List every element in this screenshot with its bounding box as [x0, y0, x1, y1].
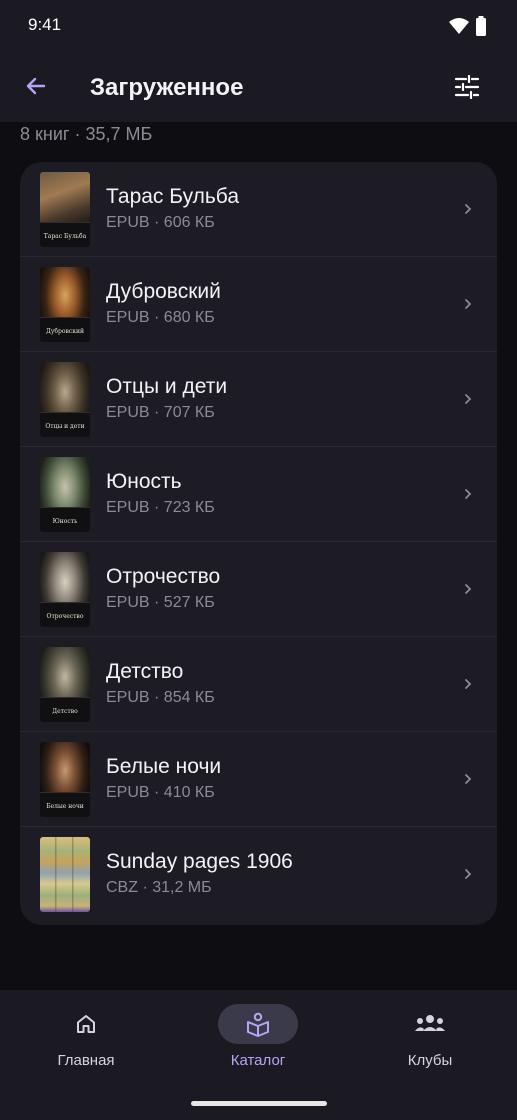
book-meta: EPUB · 854 КБ [106, 689, 215, 706]
chevron-right-icon [465, 299, 472, 309]
status-icons [449, 16, 487, 36]
chevron-right-icon [465, 394, 472, 404]
book-cover: Тарас Бульба [40, 172, 90, 247]
book-meta: EPUB · 723 КБ [106, 499, 215, 516]
filter-button[interactable] [445, 65, 489, 109]
book-cover: Юность [40, 457, 90, 532]
book-meta: CBZ · 31,2 МБ [106, 879, 212, 896]
book-cover: Отцы и дети [40, 362, 90, 437]
cover-band: Отцы и дети [40, 412, 90, 437]
nav-label: Каталог [230, 1052, 286, 1069]
book-title: Детство [106, 660, 184, 683]
arrow-left-icon [26, 77, 46, 95]
battery-icon [476, 16, 486, 36]
downloads-summary: 8 книг · 35,7 МБ [20, 124, 153, 144]
book-title: Sunday pages 1906 [106, 850, 293, 873]
nav-home[interactable]: Главная [16, 1004, 156, 1084]
book-meta: EPUB · 680 КБ [106, 309, 215, 326]
book-meta: EPUB · 606 КБ [106, 214, 215, 231]
book-meta: EPUB · 410 КБ [106, 784, 215, 801]
book-row-dubrovsky[interactable]: Дубровский Дубровский EPUB · 680 КБ [20, 257, 497, 352]
app-bar: Загруженное [0, 52, 517, 122]
cover-band: Отрочество [40, 602, 90, 627]
book-row-white-nights[interactable]: Белые ночи Белые ночи EPUB · 410 КБ [20, 732, 497, 827]
tune-sliders-icon [454, 75, 480, 99]
status-time: 9:41 [28, 15, 62, 34]
cover-title: Отрочество [46, 613, 84, 620]
group-icon [415, 1015, 445, 1031]
book-meta: EPUB · 527 КБ [106, 594, 215, 611]
cover-title: Тарас Бульба [43, 233, 87, 240]
chevron-right-icon [465, 204, 472, 214]
book-row-sunday-pages-1906[interactable]: Sunday pages 1906 CBZ · 31,2 МБ [20, 827, 497, 922]
cover-band: Тарас Бульба [40, 222, 90, 247]
home-icon [77, 1015, 95, 1033]
nav-clubs[interactable]: Клубы [360, 1004, 500, 1084]
wifi-icon [449, 18, 469, 34]
cover-title: Детство [52, 708, 78, 715]
page-title: Загруженное [90, 74, 244, 101]
book-reader-icon [247, 1012, 269, 1037]
book-title: Дубровский [106, 280, 221, 303]
cover-band: Белые ночи [40, 792, 90, 817]
nav-pill [390, 1004, 470, 1044]
chevron-right-icon [465, 869, 472, 879]
book-cover: Отрочество [40, 552, 90, 627]
book-cover: Дубровский [40, 267, 90, 342]
cover-title: Белые ночи [46, 803, 84, 810]
cover-title: Юность [52, 518, 78, 525]
book-row-youth[interactable]: Юность Юность EPUB · 723 КБ [20, 447, 497, 542]
book-title: Отрочество [106, 565, 221, 588]
cover-band: Детство [40, 697, 90, 722]
book-cover [40, 837, 90, 912]
cover-title: Отцы и дети [45, 423, 85, 430]
chevron-right-icon [465, 489, 472, 499]
book-title: Юность [106, 470, 182, 493]
book-row-fathers-and-sons[interactable]: Отцы и дети Отцы и дети EPUB · 707 КБ [20, 352, 497, 447]
book-title: Тарас Бульба [106, 185, 240, 208]
book-row-adolescence[interactable]: Отрочество Отрочество EPUB · 527 КБ [20, 542, 497, 637]
back-button[interactable] [14, 64, 58, 108]
cover-title: Дубровский [46, 328, 84, 335]
status-bar: 9:41 [0, 0, 517, 52]
chevron-right-icon [465, 584, 472, 594]
book-meta: EPUB · 707 КБ [106, 404, 215, 421]
book-row-taras-bulba[interactable]: Тарас Бульба Тарас Бульба EPUB · 606 КБ [20, 162, 497, 257]
nav-catalog[interactable]: Каталог [188, 1004, 328, 1084]
book-row-childhood[interactable]: Детство Детство EPUB · 854 КБ [20, 637, 497, 732]
book-list: Тарас Бульба Тарас Бульба EPUB · 606 КБ … [20, 162, 497, 925]
book-cover: Детство [40, 647, 90, 722]
cover-band: Юность [40, 507, 90, 532]
nav-pill [46, 1004, 126, 1044]
book-title: Белые ночи [106, 755, 222, 778]
book-title: Отцы и дети [106, 375, 228, 398]
nav-label: Главная [57, 1052, 115, 1069]
home-indicator[interactable] [191, 1101, 327, 1106]
chevron-right-icon [465, 679, 472, 689]
nav-label: Клубы [407, 1052, 453, 1069]
book-cover: Белые ночи [40, 742, 90, 817]
chevron-right-icon [465, 774, 472, 784]
cover-band: Дубровский [40, 317, 90, 342]
nav-pill-active [218, 1004, 298, 1044]
